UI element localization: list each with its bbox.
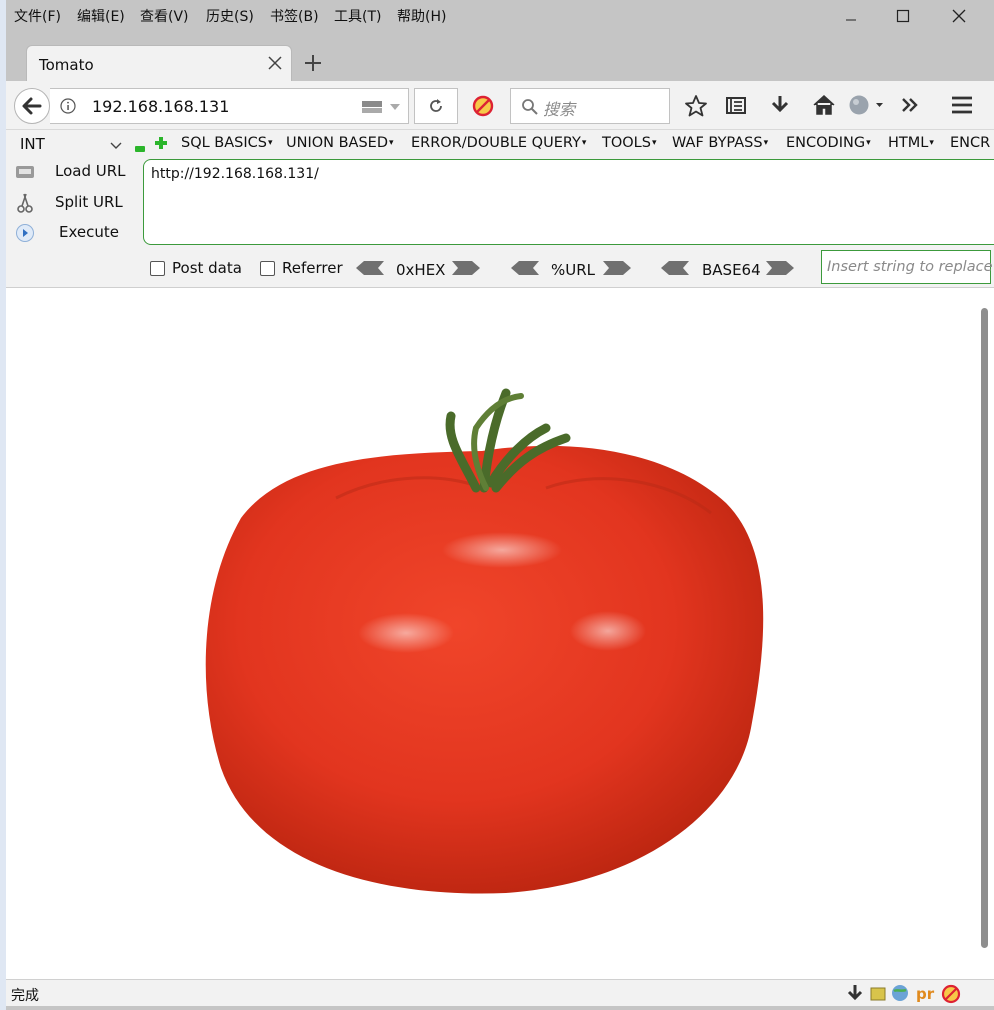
base64-right-arrow-icon[interactable] [766,261,794,279]
menu-sql-basics[interactable]: SQL BASICS▾ [181,135,273,151]
post-data-label: Post data [172,259,242,277]
page-content [6,287,994,980]
hex-label: 0xHEX [396,261,446,279]
menu-error-double-query[interactable]: ERROR/DOUBLE QUERY▾ [411,135,586,151]
hackbar-url-textarea[interactable]: http://192.168.168.131/ [143,159,994,245]
reload-icon [430,99,442,112]
menu-union-based[interactable]: UNION BASED▾ [286,135,394,151]
menu-file[interactable]: 文件(F) [14,6,61,26]
execute-button[interactable]: Execute [14,223,119,247]
back-button[interactable] [14,88,50,124]
plus-icon [305,55,321,71]
reload-button[interactable] [414,88,458,124]
url-left-arrow-icon[interactable] [511,261,539,279]
close-window-button[interactable] [944,6,974,26]
execute-label: Execute [59,223,119,241]
replace-string-input[interactable]: Insert string to replace [821,250,993,284]
int-select[interactable]: INT [14,132,126,154]
svg-text:pr: pr [916,985,935,1002]
base64-left-arrow-icon[interactable] [661,261,689,279]
menu-edit[interactable]: 编辑(E) [77,6,125,26]
vertical-scrollbar[interactable] [981,308,988,948]
downloads-icon[interactable] [769,94,791,120]
maximize-icon [896,9,910,23]
menu-bookmarks[interactable]: 书签(B) [270,6,319,26]
status-addon-icon[interactable] [870,984,886,1006]
base64-label: BASE64 [702,261,761,279]
scissors-icon [17,193,33,213]
url-encode-label: %URL [551,261,596,279]
hamburger-menu-icon[interactable] [950,94,974,120]
menu-waf-bypass[interactable]: WAF BYPASS▾ [672,135,768,151]
server-dropdown-icon[interactable] [362,99,406,119]
load-url-button[interactable]: Load URL [14,162,126,186]
maximize-button[interactable] [888,6,918,26]
navigation-toolbar: 192.168.168.131 搜索 [6,81,994,130]
reading-list-icon[interactable] [725,94,747,120]
hackbar: INT SQL BASICS▾ UNION BASED▾ ERROR/DOUBL… [6,130,994,287]
status-download-icon[interactable] [846,984,864,1006]
menu-help[interactable]: 帮助(H) [397,6,446,26]
menu-tools[interactable]: 工具(T) [334,6,381,26]
chevron-down-icon [110,138,122,154]
home-icon[interactable] [812,94,836,120]
status-text: 完成 [11,988,39,1004]
globe-menu-icon[interactable] [848,94,886,120]
menu-encryption[interactable]: ENCR [950,135,990,151]
noscript-icon[interactable] [472,95,494,121]
url-bar[interactable]: 192.168.168.131 [50,88,409,124]
menu-view[interactable]: 查看(V) [140,6,189,26]
search-icon [522,99,538,115]
plus-green-icon[interactable] [155,137,167,153]
browser-window: 文件(F) 编辑(E) 查看(V) 历史(S) 书签(B) 工具(T) 帮助(H… [6,0,994,1010]
url-right-arrow-icon[interactable] [603,261,631,279]
minus-green-icon[interactable] [135,140,145,156]
play-icon [16,224,34,242]
status-globe-icon[interactable] [891,984,909,1006]
status-bar: 完成 pr [6,979,994,1006]
replace-placeholder: Insert string to replace [827,259,993,275]
search-box[interactable]: 搜索 [510,88,670,124]
tab-tomato[interactable]: Tomato [26,45,292,82]
load-url-icon [16,166,34,178]
bookmark-star-icon[interactable] [684,94,708,122]
menu-encoding[interactable]: ENCODING▾ [786,135,871,151]
search-placeholder: 搜索 [543,100,576,119]
minimize-button[interactable] [836,6,866,26]
url-text[interactable]: 192.168.168.131 [92,97,229,116]
split-url-button[interactable]: Split URL [14,192,123,218]
post-data-box[interactable] [150,261,165,276]
menu-html[interactable]: HTML▾ [888,135,934,151]
close-icon [952,9,966,23]
menu-history[interactable]: 历史(S) [206,6,254,26]
hex-right-arrow-icon[interactable] [452,261,480,279]
load-url-label: Load URL [55,162,126,180]
status-pr-icon[interactable]: pr [915,984,935,1006]
info-icon[interactable] [60,98,76,118]
tab-close-icon[interactable] [267,55,283,75]
referrer-box[interactable] [260,261,275,276]
minimize-icon [846,19,856,21]
int-select-value: INT [20,135,45,153]
hex-left-arrow-icon[interactable] [356,261,384,279]
overflow-chevron-icon[interactable] [899,94,921,120]
referrer-label: Referrer [282,259,343,277]
menu-tools-hackbar[interactable]: TOOLS▾ [602,135,657,151]
split-url-label: Split URL [55,193,123,211]
tab-title: Tomato [39,56,94,74]
new-tab-button[interactable] [302,52,324,74]
status-noscript-icon[interactable] [941,984,961,1008]
tomato-image [205,388,764,894]
back-arrow-icon [22,97,42,115]
menu-bar: 文件(F) 编辑(E) 查看(V) 历史(S) 书签(B) 工具(T) 帮助(H… [6,0,994,32]
